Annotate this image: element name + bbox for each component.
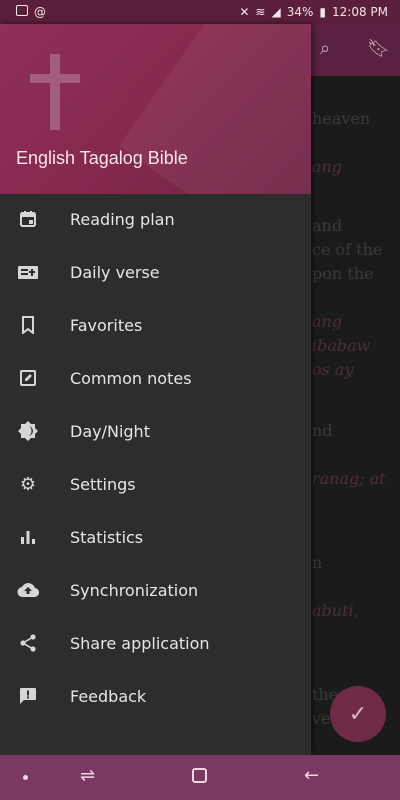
status-bar: @ ✕ ≋ ◢ 34% ▮ 12:08 PM [0,0,400,24]
menu-item-common-notes[interactable]: Common notes [0,353,311,406]
bar-chart-icon [17,526,39,548]
verse-text: ang [312,157,343,176]
menu-item-day-night[interactable]: Day/Night [0,406,311,459]
clock: 12:08 PM [332,5,388,19]
verse-text: heaven [312,109,371,128]
signal-icon: ◢ [271,5,281,19]
mute-icon: ✕ [239,5,250,19]
menu-item-label: Synchronization [70,581,199,600]
recents-icon[interactable]: ⇌ [80,765,95,786]
verse-text: and [312,216,343,235]
at-notification-icon: @ [34,5,46,19]
menu-item-daily-verse[interactable]: Daily verse [0,247,311,300]
menu-item-statistics[interactable]: Statistics [0,512,311,565]
menu-item-reading-plan[interactable]: Reading plan [0,194,311,247]
back-icon[interactable]: ← [304,765,319,786]
status-right: ✕ ≋ ◢ 34% ▮ 12:08 PM [239,5,388,19]
verse-text: n [312,553,323,572]
daily-verse-icon [17,261,39,283]
menu-item-label: Feedback [70,687,147,706]
menu-item-synchronization[interactable]: Synchronization [0,565,311,618]
navigation-drawer: English Tagalog Bible Reading plan Daily… [0,24,311,755]
confirm-fab-button[interactable]: ✓ [330,686,386,742]
gallery-notification-icon [16,5,28,16]
system-nav-bar: ⇌ ← [0,755,400,800]
status-left-icons: @ [16,5,46,19]
menu-item-label: Settings [70,475,136,494]
app-title: English Tagalog Bible [16,148,188,168]
verse-text: ang [312,312,343,331]
brightness-icon [17,420,39,442]
home-button[interactable] [192,768,207,783]
share-icon [17,632,39,654]
menu-item-label: Reading plan [70,210,175,229]
menu-item-favorites[interactable]: Favorites [0,300,311,353]
calendar-icon [17,208,39,230]
menu-item-share-application[interactable]: Share application [0,618,311,671]
cloud-upload-icon [17,579,39,601]
bookmark-icon [17,314,39,336]
menu-item-label: Share application [70,634,210,653]
drawer-header: English Tagalog Bible [0,24,311,194]
verse-text: ibabaw [312,336,371,355]
verse-text: os ay [312,360,354,379]
edit-note-icon [17,367,39,389]
nav-dot-icon[interactable] [23,775,28,780]
wifi-icon: ≋ [255,5,266,19]
drawer-menu: Reading plan Daily verse Favorites Commo… [0,194,311,724]
menu-item-label: Daily verse [70,263,160,282]
bookmark-icon[interactable]: 🔖︎ [367,38,390,59]
verse-text: ce of the [312,240,383,259]
verse-text: ranag; at [312,469,386,488]
menu-item-label: Statistics [70,528,144,547]
menu-item-settings[interactable]: ⚙ Settings [0,459,311,512]
verse-text: pon the [312,264,374,283]
verse-text: nd [312,421,333,440]
menu-item-label: Common notes [70,369,192,388]
battery-icon: ▮ [319,5,326,19]
menu-item-feedback[interactable]: Feedback [0,671,311,724]
check-icon: ✓ [348,701,368,727]
menu-item-label: Day/Night [70,422,150,441]
gear-icon: ⚙ [19,473,37,495]
cross-icon [30,54,80,130]
verse-text: abuti, [312,601,359,620]
search-icon[interactable]: ⌕ [320,38,330,59]
menu-item-label: Favorites [70,316,143,335]
verse-text: ve [312,709,331,728]
feedback-icon [17,685,39,707]
battery-percent: 34% [286,5,314,19]
